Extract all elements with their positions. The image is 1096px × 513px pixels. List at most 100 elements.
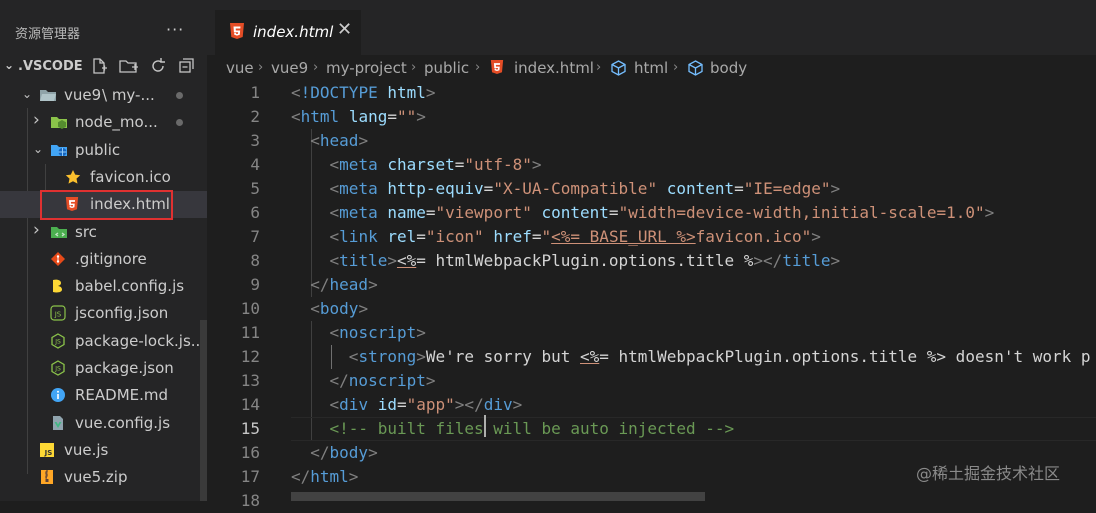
- code-token: ": [541, 227, 552, 246]
- code-token: link: [339, 227, 378, 246]
- tree-item-package-json[interactable]: JS package.json: [0, 355, 207, 382]
- line-number: 17: [240, 467, 260, 486]
- tree-item-vue9[interactable]: ⌄ vue9 \ my-...: [0, 82, 207, 109]
- more-actions-icon[interactable]: ···: [166, 20, 184, 39]
- code-token: </: [329, 371, 349, 390]
- code-token: title: [782, 251, 831, 270]
- code-token: <%: [580, 347, 600, 366]
- chevron-right-icon[interactable]: ›: [33, 110, 40, 130]
- tree-item-label: .gitignore: [75, 249, 147, 268]
- code-token: =: [608, 203, 619, 222]
- code-text: <title><%= htmlWebpackPlugin.options.tit…: [291, 251, 841, 270]
- new-folder-icon[interactable]: [118, 57, 139, 75]
- nodejs-icon: JS: [50, 332, 66, 349]
- line-number: 2: [250, 107, 260, 126]
- code-token: rel: [387, 227, 417, 246]
- line-number: 11: [240, 323, 260, 342]
- breadcrumb-item[interactable]: vue: [226, 59, 254, 77]
- line-number: 9: [250, 275, 260, 294]
- close-icon[interactable]: ✕: [337, 19, 352, 40]
- code-token: >: [416, 107, 426, 126]
- new-file-icon[interactable]: [90, 57, 108, 75]
- code-token: =: [396, 395, 407, 414]
- tree-item-jsconfig-json[interactable]: JS jsconfig.json: [0, 300, 207, 327]
- zip-icon: [39, 469, 55, 485]
- code-text: <body>: [291, 299, 368, 318]
- code-token: =: [454, 155, 465, 174]
- code-token: name: [387, 203, 426, 222]
- tree-item-label: package-lock.js...: [75, 331, 206, 350]
- breadcrumb-item[interactable]: body: [710, 59, 747, 77]
- code-token: "width=device-width,initial-scale=1.0": [618, 203, 985, 222]
- breadcrumb-item[interactable]: my-project: [326, 59, 407, 77]
- code-token: href: [493, 227, 532, 246]
- tree-item-babel-config-js[interactable]: babel.config.js: [0, 273, 207, 300]
- refresh-icon[interactable]: [149, 57, 167, 75]
- code-token: <: [348, 347, 359, 366]
- code-token: favicon.ico": [695, 227, 812, 246]
- horizontal-scrollbar[interactable]: [291, 492, 705, 501]
- tree-item-index-html[interactable]: index.html: [0, 190, 207, 221]
- sidebar-scrollbar[interactable]: [200, 320, 207, 501]
- tree-item-readme-md[interactable]: README.md: [0, 382, 207, 409]
- collapse-all-icon[interactable]: [178, 57, 196, 75]
- breadcrumb-item[interactable]: vue9: [271, 59, 308, 77]
- code-editor[interactable]: 1 <!DOCTYPE html> 2 <html lang=""> 3 <head> 4…: [207, 81, 1096, 510]
- babel-icon: [50, 278, 66, 294]
- chevron-down-icon[interactable]: ⌄: [33, 142, 43, 156]
- tree-item-src[interactable]: › src: [0, 219, 207, 246]
- code-token: <: [291, 83, 301, 102]
- watermark: @稀土掘金技术社区: [916, 464, 1061, 483]
- json-icon: JS: [50, 305, 66, 321]
- tree-item-favicon-ico[interactable]: favicon.ico: [0, 164, 207, 191]
- tree-item-vue-js[interactable]: JS vue.js: [0, 437, 207, 464]
- code-token: <: [329, 155, 340, 174]
- code-token: noscript: [339, 323, 417, 342]
- breadcrumb-item[interactable]: index.html: [514, 59, 594, 77]
- workspace-root-label: .VSCODE: [18, 59, 83, 74]
- code-token: =: [387, 107, 397, 126]
- line-number: 14: [240, 395, 260, 414]
- tree-item-public[interactable]: ⌄ public: [0, 137, 207, 164]
- tree-item-vue5-zip[interactable]: vue5.zip: [0, 464, 207, 491]
- explorer-sidebar: 资源管理器 ··· ⌄ .VSCODE ⌄ vue9 \ my-... › node_m…: [0, 0, 207, 501]
- code-token: >: [830, 179, 841, 198]
- code-token: >: [368, 443, 378, 462]
- tree-item-label: src: [75, 222, 97, 241]
- code-token: <: [329, 203, 340, 222]
- code-text: </html>: [291, 467, 358, 486]
- workspace-root[interactable]: ⌄ .VSCODE: [0, 56, 207, 78]
- tree-item-vue-config-js[interactable]: vue.config.js: [0, 410, 207, 437]
- chevron-down-icon[interactable]: ⌄: [22, 87, 32, 101]
- code-token: >: [358, 299, 369, 318]
- breadcrumb-item[interactable]: public: [424, 59, 469, 77]
- code-token: meta: [339, 155, 378, 174]
- line-number: 10: [240, 299, 260, 318]
- tree-item-gitignore[interactable]: .gitignore: [0, 246, 207, 273]
- code-token: >: [425, 371, 436, 390]
- line-number: 5: [250, 179, 260, 198]
- code-token: >: [811, 227, 821, 246]
- code-token: "icon": [425, 227, 484, 246]
- tree-item-label: public: [75, 140, 121, 159]
- code-text: <!-- built files will be auto injected -…: [291, 419, 735, 438]
- chevron-right-icon[interactable]: ›: [33, 220, 40, 240]
- tree-item-node-mo[interactable]: › node_mo...: [0, 109, 207, 136]
- code-token: </: [291, 467, 311, 486]
- tab-index-html[interactable]: index.html ✕: [215, 10, 361, 56]
- code-token: ></: [753, 251, 783, 270]
- tree-item-package-lock-js[interactable]: JS package-lock.js...: [0, 328, 207, 355]
- breadcrumb-item[interactable]: html: [634, 59, 668, 77]
- code-token: = htmlWebpackPlugin.options.title %> doe…: [599, 347, 1091, 366]
- symbol-element-icon: [687, 60, 704, 80]
- code-line: 11 <noscript>: [207, 321, 1096, 345]
- code-token: content: [541, 203, 609, 222]
